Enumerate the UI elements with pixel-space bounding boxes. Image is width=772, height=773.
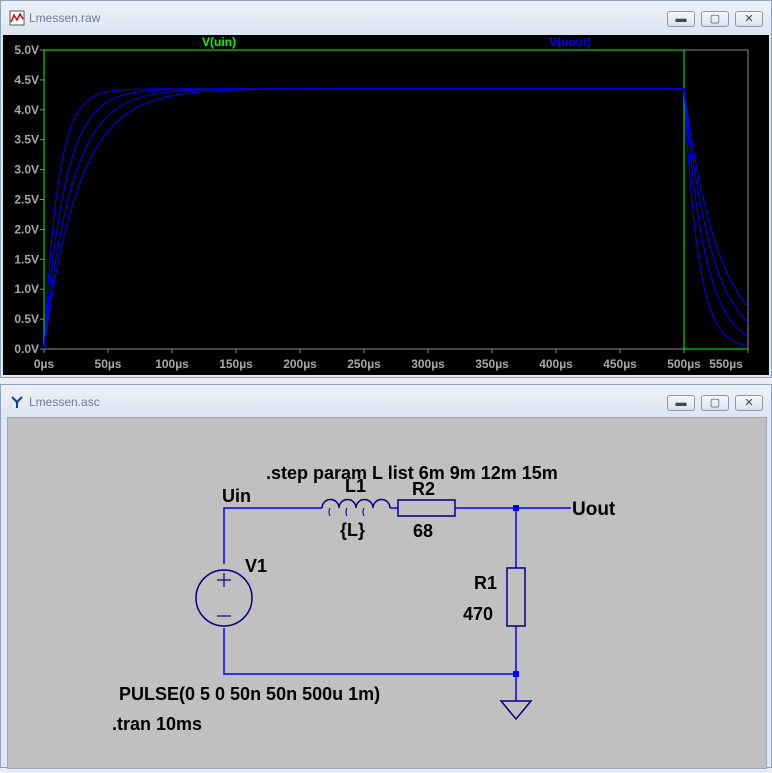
series-vuout-15m (43, 88, 749, 350)
y-tick-label: 2.5V (14, 193, 39, 207)
waveform-window: Lmessen.raw ▬ ▢ ✕ 0.0V 0.5V 1.0V 1.5V 2.0V 2.… (0, 0, 772, 378)
ground-symbol[interactable] (499, 700, 533, 721)
close-button[interactable]: ✕ (735, 395, 763, 411)
y-tick-label: 0.5V (14, 312, 39, 326)
maximize-button[interactable]: ▢ (701, 395, 729, 411)
wire-uin (223, 507, 322, 564)
net-label-uin[interactable]: Uin (222, 486, 251, 506)
r2-value[interactable]: 68 (413, 521, 433, 541)
schematic-drawing[interactable]: .step param L list 6m 9m 12m 15m Uin Uou… (8, 418, 766, 768)
minimize-button[interactable]: ▬ (667, 11, 695, 27)
window-title: Lmessen.raw (29, 11, 101, 25)
inductor-l1[interactable] (321, 498, 391, 509)
junction-dot (513, 671, 519, 677)
x-tick-label: 350µs (475, 357, 509, 371)
x-tick-label: 300µs (411, 357, 445, 371)
r1-name[interactable]: R1 (474, 573, 497, 593)
x-tick-label: 450µs (603, 357, 637, 371)
y-tick-label: 3.0V (14, 163, 39, 177)
close-icon: ✕ (744, 13, 754, 25)
x-tick-label: 200µs (283, 357, 317, 371)
r2-name[interactable]: R2 (412, 479, 435, 499)
resistor-r2[interactable] (397, 499, 456, 517)
v1-value[interactable]: PULSE(0 5 0 50n 50n 500u 1m) (119, 684, 380, 704)
schematic-icon (9, 394, 25, 410)
schematic-canvas[interactable]: .step param L list 6m 9m 12m 15m Uin Uou… (7, 417, 767, 769)
x-tick-label: 400µs (539, 357, 573, 371)
y-tick-label: 1.5V (14, 252, 39, 266)
x-tick-label: 500µs (667, 357, 701, 371)
maximize-icon: ▢ (709, 397, 721, 409)
tran-directive[interactable]: .tran 10ms (112, 714, 202, 734)
wire-ground-return (223, 628, 516, 675)
waveform-titlebar[interactable]: Lmessen.raw ▬ ▢ ✕ (1, 1, 771, 35)
voltage-source-v1[interactable] (195, 569, 253, 627)
v1-name[interactable]: V1 (245, 556, 267, 576)
x-tick-label: 50µs (95, 357, 122, 371)
resistor-r1[interactable] (506, 567, 526, 627)
maximize-icon: ▢ (709, 13, 721, 25)
y-tick-label: 0.0V (14, 342, 39, 356)
close-button[interactable]: ✕ (735, 11, 763, 27)
close-icon: ✕ (744, 397, 754, 409)
plot-pane[interactable]: 0.0V 0.5V 1.0V 1.5V 2.0V 2.5V 3.0V 3.5V 4.0V 4.5V… (3, 35, 769, 375)
y-tick-label: 4.0V (14, 103, 39, 117)
legend-vuout[interactable]: V(uout) (549, 35, 591, 49)
x-tick-label: 100µs (155, 357, 189, 371)
y-tick-label: 4.5V (14, 73, 39, 87)
l1-name[interactable]: L1 (345, 476, 366, 496)
series-vuout-12m (43, 88, 749, 350)
series-vuout-6m (43, 88, 749, 350)
minimize-icon: ▬ (675, 397, 687, 409)
net-label-uout[interactable]: Uout (572, 499, 616, 520)
minimize-button[interactable]: ▬ (667, 395, 695, 411)
legend-vuin[interactable]: V(uin) (202, 35, 236, 49)
y-tick-label: 1.0V (14, 282, 39, 296)
y-tick-label: 5.0V (14, 43, 39, 57)
x-tick-label: 550µs (709, 357, 743, 371)
maximize-button[interactable]: ▢ (701, 11, 729, 27)
minimize-icon: ▬ (675, 13, 687, 25)
schematic-window: Lmessen.asc ▬ ▢ ✕ .step param L list 6m … (0, 384, 772, 769)
l1-value[interactable]: {L} (340, 520, 365, 540)
x-tick-label: 150µs (219, 357, 253, 371)
y-tick-label: 2.0V (14, 222, 39, 236)
x-tick-label: 250µs (347, 357, 381, 371)
junction-dot (513, 505, 519, 511)
inductor-loops (328, 507, 365, 517)
y-tick-label: 3.5V (14, 133, 39, 147)
series-vuout-9m (43, 88, 749, 350)
window-title: Lmessen.asc (29, 395, 100, 409)
waveform-plot[interactable]: 0.0V 0.5V 1.0V 1.5V 2.0V 2.5V 3.0V 3.5V 4.0V 4.5V… (3, 35, 769, 375)
x-tick-label: 0µs (34, 357, 55, 371)
r1-value[interactable]: 470 (463, 604, 493, 624)
schematic-titlebar[interactable]: Lmessen.asc ▬ ▢ ✕ (1, 385, 771, 419)
waveform-icon (9, 10, 25, 26)
